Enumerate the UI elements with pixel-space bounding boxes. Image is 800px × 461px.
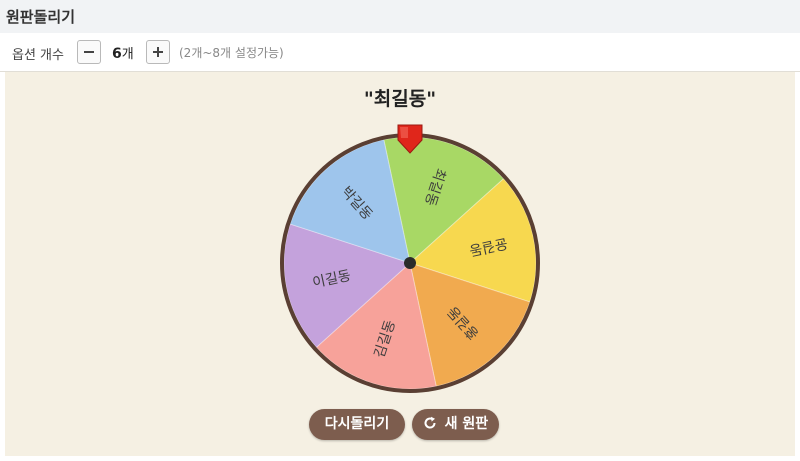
new-wheel-button[interactable]: 새 원판 [412,409,499,440]
wheel-hub [404,257,416,269]
new-wheel-label: 새 원판 [444,416,489,432]
option-count-unit: 개 [121,47,134,62]
increase-option-button[interactable] [146,40,170,64]
roulette-wheel[interactable]: 최길동윤길동홍길동김길동이길동박길동 [270,118,550,398]
result-text: "최길동" [363,88,437,110]
respin-button[interactable]: 다시돌리기 [309,409,405,440]
option-count: 6개 [112,43,134,62]
minus-icon [84,51,94,53]
option-range-hint: (2개~8개 설정가능) [179,46,284,60]
plus-icon [153,47,163,57]
title-bar: 원판돌리기 [0,0,800,34]
respin-label: 다시돌리기 [324,416,390,432]
option-count-label: 옵션 개수 [12,48,64,63]
options-bar: 옵션 개수 6개 (2개~8개 설정가능) [0,33,800,72]
decrease-option-button[interactable] [77,40,101,64]
refresh-icon [424,416,436,429]
page-title: 원판돌리기 [6,8,76,26]
option-count-number: 6 [112,46,122,62]
